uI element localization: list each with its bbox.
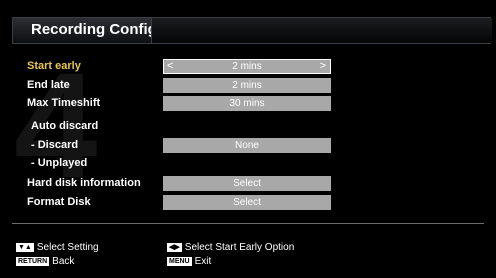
max-timeshift-selector[interactable]: 30 mins <box>163 96 331 111</box>
start-early-value: 2 mins <box>232 61 262 72</box>
setting-row-auto-discard: Auto discard <box>0 119 496 136</box>
arrow-right-icon[interactable]: > <box>320 60 326 73</box>
hint-exit: MENU Exit <box>167 256 211 267</box>
setting-label-start-early: Start early <box>27 60 81 72</box>
up-down-arrows-icon: ▼▲ <box>16 243 34 252</box>
hint-select-setting-text: Select Setting <box>36 242 99 253</box>
return-key-icon: RETURN <box>16 257 50 266</box>
setting-row-end-late[interactable]: End late 2 mins <box>0 78 496 95</box>
hint-back: RETURN Back <box>16 256 74 267</box>
hint-exit-text: Exit <box>194 256 212 267</box>
hint-select-option: ◀▶ Select Start Early Option <box>167 242 294 253</box>
header-tab-area <box>151 18 492 43</box>
setting-row-max-timeshift[interactable]: Max Timeshift 30 mins <box>0 96 496 113</box>
hint-select-option-text: Select Start Early Option <box>184 242 295 253</box>
hard-disk-information-value: Select <box>233 178 261 189</box>
hint-back-text: Back <box>52 256 75 267</box>
setting-row-format-disk[interactable]: Format Disk Select <box>0 195 496 212</box>
footer-separator <box>12 223 484 224</box>
end-late-selector[interactable]: 2 mins <box>163 78 331 93</box>
menu-header: Recording Configuration <box>12 17 492 44</box>
setting-label-auto-discard: Auto discard <box>31 120 99 132</box>
discard-value: None <box>235 140 259 151</box>
setting-label-unplayed: - Unplayed <box>31 157 88 169</box>
arrow-left-icon[interactable]: < <box>167 60 173 73</box>
setting-label-end-late: End late <box>27 79 70 91</box>
start-early-selector[interactable]: < 2 mins > <box>163 59 331 74</box>
setting-row-unplayed: - Unplayed <box>0 156 496 173</box>
setting-row-hard-disk-information[interactable]: Hard disk information Select <box>0 176 496 193</box>
setting-label-discard: - Discard <box>31 139 79 151</box>
end-late-value: 2 mins <box>232 80 262 91</box>
recording-configuration-screen: 4 Recording Configuration Start early < … <box>0 0 496 278</box>
discard-selector[interactable]: None <box>163 138 331 153</box>
hint-select-setting: ▼▲ Select Setting <box>16 242 99 253</box>
format-disk-button[interactable]: Select <box>163 195 331 210</box>
setting-label-format-disk: Format Disk <box>27 196 91 208</box>
setting-label-max-timeshift: Max Timeshift <box>27 97 101 109</box>
setting-row-start-early[interactable]: Start early < 2 mins > <box>0 59 496 76</box>
left-right-arrows-icon: ◀▶ <box>167 243 182 252</box>
menu-key-icon: MENU <box>167 257 192 266</box>
setting-row-discard[interactable]: - Discard None <box>0 138 496 155</box>
max-timeshift-value: 30 mins <box>229 98 265 109</box>
format-disk-value: Select <box>233 197 261 208</box>
hard-disk-information-button[interactable]: Select <box>163 176 331 191</box>
setting-label-hard-disk-information: Hard disk information <box>27 177 141 189</box>
